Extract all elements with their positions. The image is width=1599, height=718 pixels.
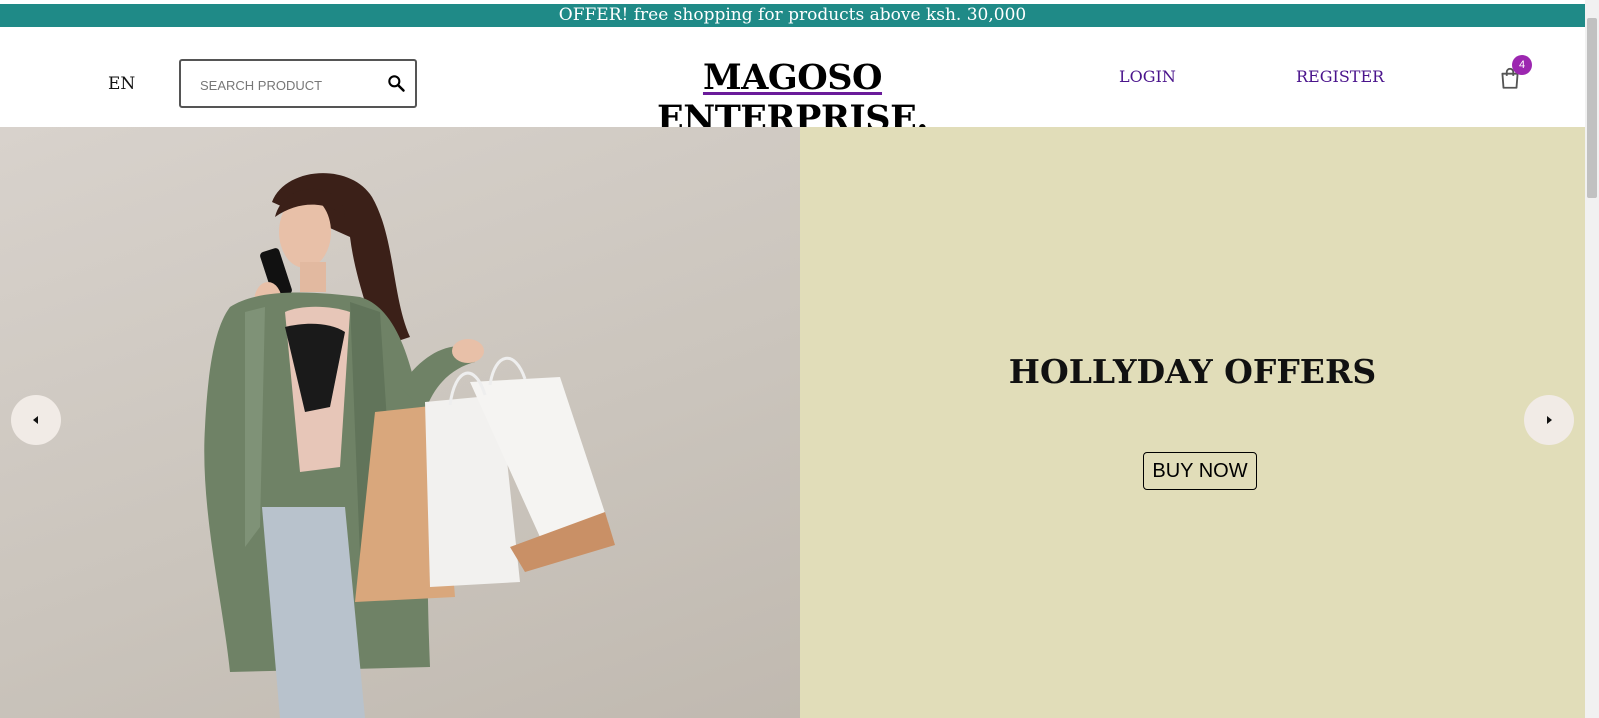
arrow-left-icon bbox=[33, 416, 38, 424]
buy-now-button[interactable]: BUY NOW bbox=[1143, 452, 1257, 490]
slider-prev-button[interactable] bbox=[11, 395, 61, 445]
scrollbar-thumb[interactable] bbox=[1587, 18, 1597, 198]
hero-slider: HOLLYDAY OFFERS BUY NOW bbox=[0, 127, 1585, 718]
slider-next-button[interactable] bbox=[1524, 395, 1574, 445]
offer-text: OFFER! free shopping for products above … bbox=[558, 5, 1027, 25]
search-icon[interactable] bbox=[386, 73, 406, 93]
arrow-right-icon bbox=[1547, 416, 1552, 424]
woman-with-shopping-bags-photo bbox=[204, 173, 615, 718]
search-box bbox=[179, 59, 417, 108]
cart-count-badge: 4 bbox=[1512, 55, 1532, 75]
login-link[interactable]: LOGIN bbox=[1119, 67, 1176, 86]
page-scrollbar[interactable] bbox=[1585, 0, 1599, 718]
language-selector[interactable]: EN bbox=[108, 74, 135, 94]
offer-announcement-bar: OFFER! free shopping for products above … bbox=[0, 4, 1585, 27]
hero-image bbox=[0, 127, 800, 718]
search-input[interactable] bbox=[198, 73, 382, 97]
hero-title: HOLLYDAY OFFERS bbox=[1008, 352, 1377, 391]
site-header: EN MAGOSO ENTERPRISE. LOGIN REGISTER 4 bbox=[0, 27, 1585, 139]
hero-content: HOLLYDAY OFFERS BUY NOW bbox=[800, 127, 1585, 718]
register-link[interactable]: REGISTER bbox=[1296, 67, 1384, 86]
